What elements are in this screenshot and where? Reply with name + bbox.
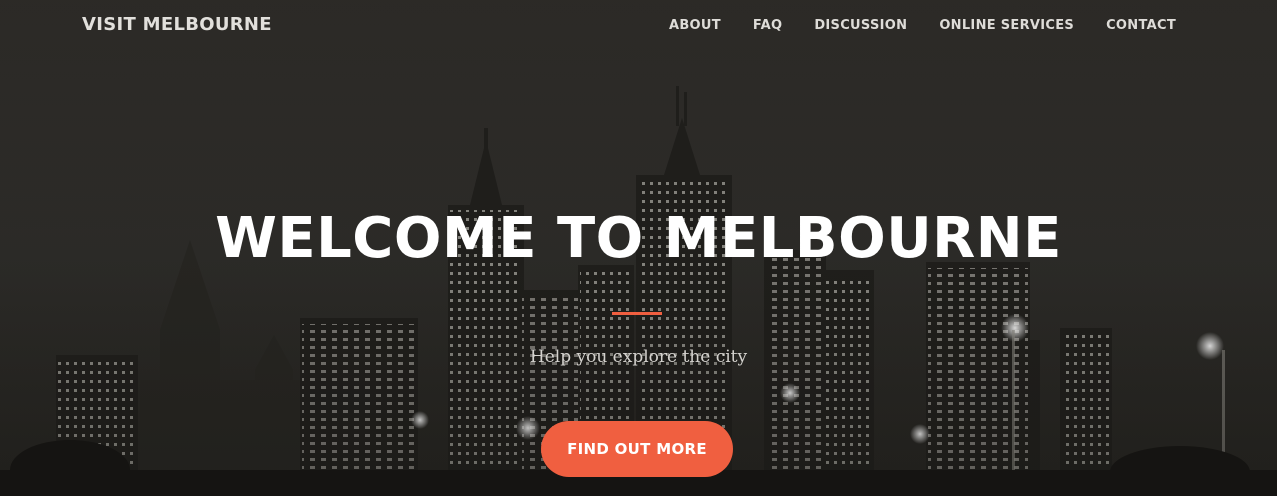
top-navbar: VISIT MELBOURNE ABOUT FAQ DISCUSSION ONL… (0, 0, 1277, 54)
nav-link-faq[interactable]: FAQ (753, 18, 782, 33)
brand-logo-link[interactable]: VISIT MELBOURNE (82, 14, 272, 35)
nav-links: ABOUT FAQ DISCUSSION ONLINE SERVICES CON… (669, 18, 1176, 33)
nav-link-contact[interactable]: CONTACT (1106, 18, 1176, 33)
nav-link-about[interactable]: ABOUT (669, 18, 721, 33)
hero-heading: WELCOME TO MELBOURNE (215, 206, 1062, 271)
hero-section: VISIT MELBOURNE ABOUT FAQ DISCUSSION ONL… (0, 0, 1277, 496)
accent-divider (612, 312, 662, 315)
find-out-more-button[interactable]: FIND OUT MORE (541, 421, 733, 477)
nav-link-discussion[interactable]: DISCUSSION (814, 18, 907, 33)
hero-tagline: Help you explore the city (529, 347, 748, 367)
nav-link-online-services[interactable]: ONLINE SERVICES (939, 18, 1074, 33)
